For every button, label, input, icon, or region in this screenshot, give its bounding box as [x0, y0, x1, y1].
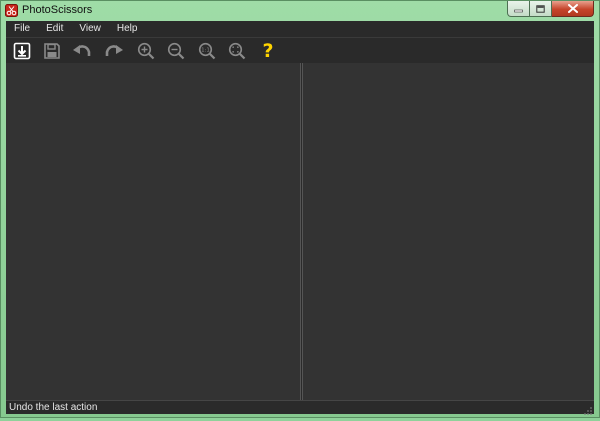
undo-button[interactable]	[71, 41, 93, 61]
toolbar: 1:1 ?	[6, 37, 594, 63]
zoom-out-icon	[167, 42, 185, 60]
minimize-icon	[514, 0, 523, 18]
undo-icon	[72, 42, 92, 60]
source-image-pane[interactable]	[6, 63, 300, 400]
app-window: PhotoScissors File Edit View Help 1:1 ? …	[0, 0, 600, 418]
zoom-actual-size-icon: 1:1	[198, 42, 216, 60]
help-icon: ?	[262, 40, 274, 62]
zoom-actual-size-label: 1:1	[201, 48, 210, 54]
menu-help[interactable]: Help	[109, 21, 146, 37]
status-text: Undo the last action	[9, 402, 98, 413]
maximize-icon	[536, 0, 545, 18]
menu-file[interactable]: File	[6, 21, 38, 37]
save-icon	[43, 42, 61, 60]
close-button[interactable]	[552, 1, 594, 17]
redo-icon	[104, 42, 124, 60]
maximize-button[interactable]	[530, 1, 552, 17]
window-title: PhotoScissors	[22, 4, 93, 16]
menu-view[interactable]: View	[71, 21, 109, 37]
resize-grip-icon[interactable]	[583, 403, 593, 415]
zoom-actual-size-button[interactable]: 1:1	[196, 41, 218, 61]
window-controls	[507, 1, 594, 18]
open-image-icon	[13, 42, 31, 60]
help-button[interactable]: ?	[257, 41, 279, 61]
zoom-out-button[interactable]	[165, 41, 187, 61]
status-bar: Undo the last action	[6, 400, 594, 415]
workspace	[6, 63, 594, 400]
minimize-button[interactable]	[507, 1, 530, 17]
title-bar[interactable]: PhotoScissors	[1, 1, 599, 21]
save-button[interactable]	[41, 41, 63, 61]
photoscissors-app-icon[interactable]	[5, 4, 18, 17]
redo-button[interactable]	[103, 41, 125, 61]
result-image-pane[interactable]	[303, 63, 594, 400]
close-icon	[567, 0, 578, 18]
open-button[interactable]	[11, 41, 33, 61]
menu-edit[interactable]: Edit	[38, 21, 71, 37]
zoom-fit-icon	[228, 42, 246, 60]
zoom-in-icon	[137, 42, 155, 60]
zoom-in-button[interactable]	[135, 41, 157, 61]
menu-bar: File Edit View Help	[6, 21, 594, 37]
zoom-fit-button[interactable]	[226, 41, 248, 61]
